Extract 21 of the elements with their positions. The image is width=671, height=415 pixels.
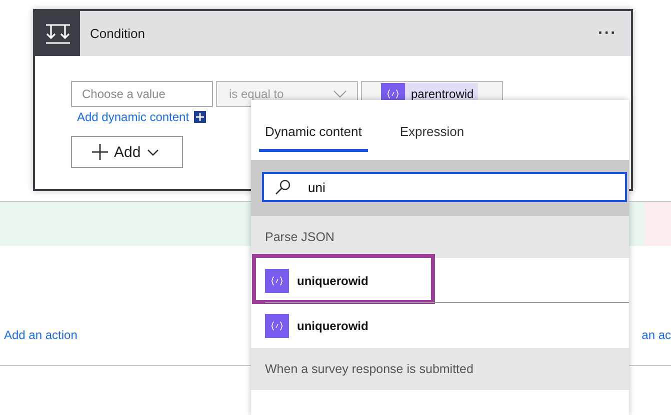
search-field[interactable]: uni: [262, 172, 627, 202]
section-header: When a survey response is submitted: [251, 348, 629, 390]
more-options-button[interactable]: ···: [592, 24, 623, 44]
chevron-down-icon: [333, 90, 347, 98]
no-branch-header: [645, 202, 671, 246]
card-title: Condition: [90, 26, 146, 41]
braces-icon: [271, 276, 283, 286]
panel-tab[interactable]: Dynamic content: [259, 100, 368, 152]
plus-icon: [92, 144, 108, 160]
add-action-link[interactable]: Add an action: [4, 328, 78, 365]
search-icon: [275, 179, 291, 195]
braces-icon: [271, 320, 283, 330]
dynamic-item[interactable]: uniquerowid: [251, 258, 629, 303]
add-button[interactable]: Add: [71, 136, 183, 168]
add-action-link[interactable]: an ac: [642, 328, 671, 365]
section-header: Parse JSON: [251, 216, 629, 258]
add-dynamic-content-link[interactable]: Add dynamic content: [77, 110, 190, 124]
chevron-down-icon: [146, 148, 159, 156]
plus-icon[interactable]: [194, 111, 206, 123]
value-field[interactable]: Choose a value: [71, 81, 213, 107]
dynamic-item[interactable]: uniquerowid: [251, 303, 629, 348]
